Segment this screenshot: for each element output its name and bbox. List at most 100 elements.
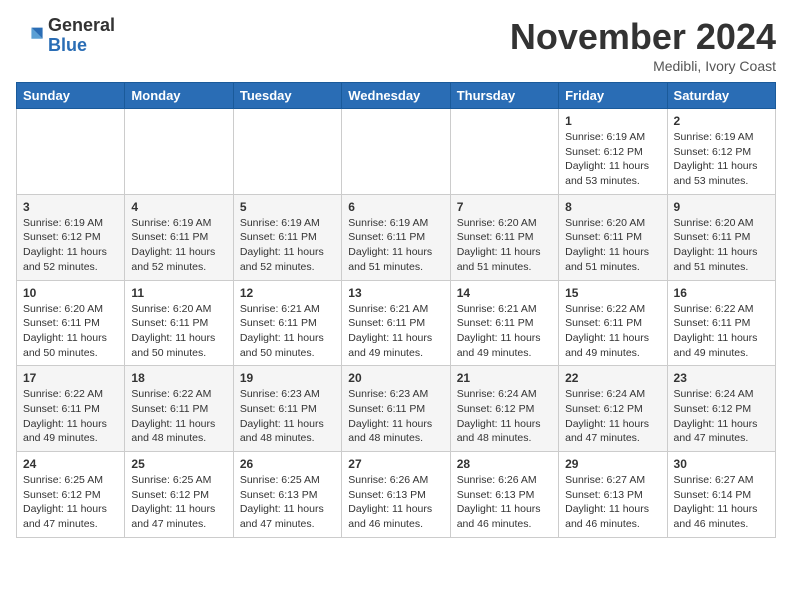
calendar-cell: 14Sunrise: 6:21 AM Sunset: 6:11 PM Dayli… [450,280,558,366]
day-number: 23 [674,371,769,385]
day-info: Sunrise: 6:22 AM Sunset: 6:11 PM Dayligh… [23,387,118,446]
day-number: 18 [131,371,226,385]
day-number: 24 [23,457,118,471]
calendar-cell: 6 Sunrise: 6:19 AM Sunset: 6:11 PM Daylig… [342,194,450,280]
calendar-cell: 20 Sunrise: 6:23 AM Sunset: 6:11 PM Dayli… [342,366,450,452]
day-number: 10 [23,286,118,300]
day-number: 16 [674,286,769,300]
calendar-cell [233,109,341,195]
day-number: 11 [131,286,226,300]
day-info: Sunrise: 6:27 AM Sunset: 6:14 PM Dayligh… [674,473,769,532]
day-info: Sunrise: 6:24 AM Sunset: 6:12 PM Dayligh… [674,387,769,446]
logo-blue: Blue [48,36,115,56]
calendar-cell: 22 Sunrise: 6:24 AM Sunset: 6:12 PM Dayli… [559,366,667,452]
day-number: 26 [240,457,335,471]
calendar-cell: 17 Sunrise: 6:22 AM Sunset: 6:11 PM Dayli… [17,366,125,452]
day-number: 5 [240,200,335,214]
month-title: November 2024 [510,16,776,58]
weekday-header-monday: Monday [125,83,233,109]
day-number: 6 [348,200,443,214]
calendar-cell: 11Sunrise: 6:20 AM Sunset: 6:11 PM Dayli… [125,280,233,366]
day-info: Sunrise: 6:25 AM Sunset: 6:13 PM Dayligh… [240,473,335,532]
calendar-cell: 26 Sunrise: 6:25 AM Sunset: 6:13 PM Dayli… [233,452,341,538]
day-number: 15 [565,286,660,300]
day-info: Sunrise: 6:27 AM Sunset: 6:13 PM Dayligh… [565,473,660,532]
calendar-cell: 24 Sunrise: 6:25 AM Sunset: 6:12 PM Dayli… [17,452,125,538]
logo-icon [16,22,44,50]
calendar-cell: 25 Sunrise: 6:25 AM Sunset: 6:12 PM Dayli… [125,452,233,538]
calendar-cell: 13 Sunrise: 6:21 AM Sunset: 6:11 PM Dayli… [342,280,450,366]
weekday-header-saturday: Saturday [667,83,775,109]
day-info: Sunrise: 6:26 AM Sunset: 6:13 PM Dayligh… [348,473,443,532]
calendar-cell: 12 Sunrise: 6:21 AM Sunset: 6:11 PM Dayli… [233,280,341,366]
calendar-cell: 9Sunrise: 6:20 AM Sunset: 6:11 PM Daylig… [667,194,775,280]
location: Medibli, Ivory Coast [510,58,776,74]
day-info: Sunrise: 6:19 AM Sunset: 6:11 PM Dayligh… [240,216,335,275]
calendar-cell: 5 Sunrise: 6:19 AM Sunset: 6:11 PM Daylig… [233,194,341,280]
day-info: Sunrise: 6:20 AM Sunset: 6:11 PM Dayligh… [565,216,660,275]
day-info: Sunrise: 6:19 AM Sunset: 6:12 PM Dayligh… [674,130,769,189]
day-info: Sunrise: 6:24 AM Sunset: 6:12 PM Dayligh… [457,387,552,446]
day-info: Sunrise: 6:21 AM Sunset: 6:11 PM Dayligh… [240,302,335,361]
calendar-cell: 8 Sunrise: 6:20 AM Sunset: 6:11 PM Daylig… [559,194,667,280]
day-info: Sunrise: 6:20 AM Sunset: 6:11 PM Dayligh… [457,216,552,275]
calendar-cell: 10Sunrise: 6:20 AM Sunset: 6:11 PM Dayli… [17,280,125,366]
day-info: Sunrise: 6:25 AM Sunset: 6:12 PM Dayligh… [131,473,226,532]
weekday-header-thursday: Thursday [450,83,558,109]
day-info: Sunrise: 6:23 AM Sunset: 6:11 PM Dayligh… [348,387,443,446]
weekday-header-friday: Friday [559,83,667,109]
day-info: Sunrise: 6:19 AM Sunset: 6:11 PM Dayligh… [348,216,443,275]
calendar-cell: 4 Sunrise: 6:19 AM Sunset: 6:11 PM Daylig… [125,194,233,280]
day-number: 4 [131,200,226,214]
day-info: Sunrise: 6:19 AM Sunset: 6:11 PM Dayligh… [131,216,226,275]
day-info: Sunrise: 6:22 AM Sunset: 6:11 PM Dayligh… [565,302,660,361]
day-info: Sunrise: 6:24 AM Sunset: 6:12 PM Dayligh… [565,387,660,446]
day-number: 30 [674,457,769,471]
day-info: Sunrise: 6:22 AM Sunset: 6:11 PM Dayligh… [674,302,769,361]
day-number: 17 [23,371,118,385]
logo-general: General [48,16,115,36]
week-row-1: 1 Sunrise: 6:19 AM Sunset: 6:12 PM Daylig… [17,109,776,195]
weekday-header-sunday: Sunday [17,83,125,109]
day-info: Sunrise: 6:20 AM Sunset: 6:11 PM Dayligh… [674,216,769,275]
calendar-cell: 21 Sunrise: 6:24 AM Sunset: 6:12 PM Dayli… [450,366,558,452]
day-number: 22 [565,371,660,385]
calendar-cell: 3 Sunrise: 6:19 AM Sunset: 6:12 PM Daylig… [17,194,125,280]
calendar-cell [342,109,450,195]
page-header: General Blue November 2024 Medibli, Ivor… [16,16,776,74]
calendar-cell: 18 Sunrise: 6:22 AM Sunset: 6:11 PM Dayli… [125,366,233,452]
day-info: Sunrise: 6:21 AM Sunset: 6:11 PM Dayligh… [348,302,443,361]
calendar-cell: 29 Sunrise: 6:27 AM Sunset: 6:13 PM Dayli… [559,452,667,538]
calendar-cell: 15 Sunrise: 6:22 AM Sunset: 6:11 PM Dayli… [559,280,667,366]
day-number: 1 [565,114,660,128]
day-info: Sunrise: 6:22 AM Sunset: 6:11 PM Dayligh… [131,387,226,446]
day-number: 28 [457,457,552,471]
weekday-header-tuesday: Tuesday [233,83,341,109]
logo: General Blue [16,16,115,56]
calendar-cell: 7 Sunrise: 6:20 AM Sunset: 6:11 PM Daylig… [450,194,558,280]
calendar-cell [450,109,558,195]
calendar-cell: 2Sunrise: 6:19 AM Sunset: 6:12 PM Daylig… [667,109,775,195]
calendar-cell: 28Sunrise: 6:26 AM Sunset: 6:13 PM Dayli… [450,452,558,538]
day-info: Sunrise: 6:19 AM Sunset: 6:12 PM Dayligh… [23,216,118,275]
calendar-cell: 1Sunrise: 6:19 AM Sunset: 6:12 PM Daylig… [559,109,667,195]
day-info: Sunrise: 6:23 AM Sunset: 6:11 PM Dayligh… [240,387,335,446]
calendar-table: SundayMondayTuesdayWednesdayThursdayFrid… [16,82,776,538]
calendar-cell [125,109,233,195]
day-info: Sunrise: 6:21 AM Sunset: 6:11 PM Dayligh… [457,302,552,361]
day-number: 29 [565,457,660,471]
day-number: 13 [348,286,443,300]
day-number: 20 [348,371,443,385]
day-number: 12 [240,286,335,300]
calendar-cell [17,109,125,195]
day-number: 3 [23,200,118,214]
day-info: Sunrise: 6:25 AM Sunset: 6:12 PM Dayligh… [23,473,118,532]
week-row-5: 24 Sunrise: 6:25 AM Sunset: 6:12 PM Dayli… [17,452,776,538]
day-number: 25 [131,457,226,471]
day-number: 8 [565,200,660,214]
day-number: 21 [457,371,552,385]
calendar-cell: 30 Sunrise: 6:27 AM Sunset: 6:14 PM Dayli… [667,452,775,538]
calendar-cell: 23 Sunrise: 6:24 AM Sunset: 6:12 PM Dayli… [667,366,775,452]
day-number: 7 [457,200,552,214]
calendar-cell: 19Sunrise: 6:23 AM Sunset: 6:11 PM Dayli… [233,366,341,452]
